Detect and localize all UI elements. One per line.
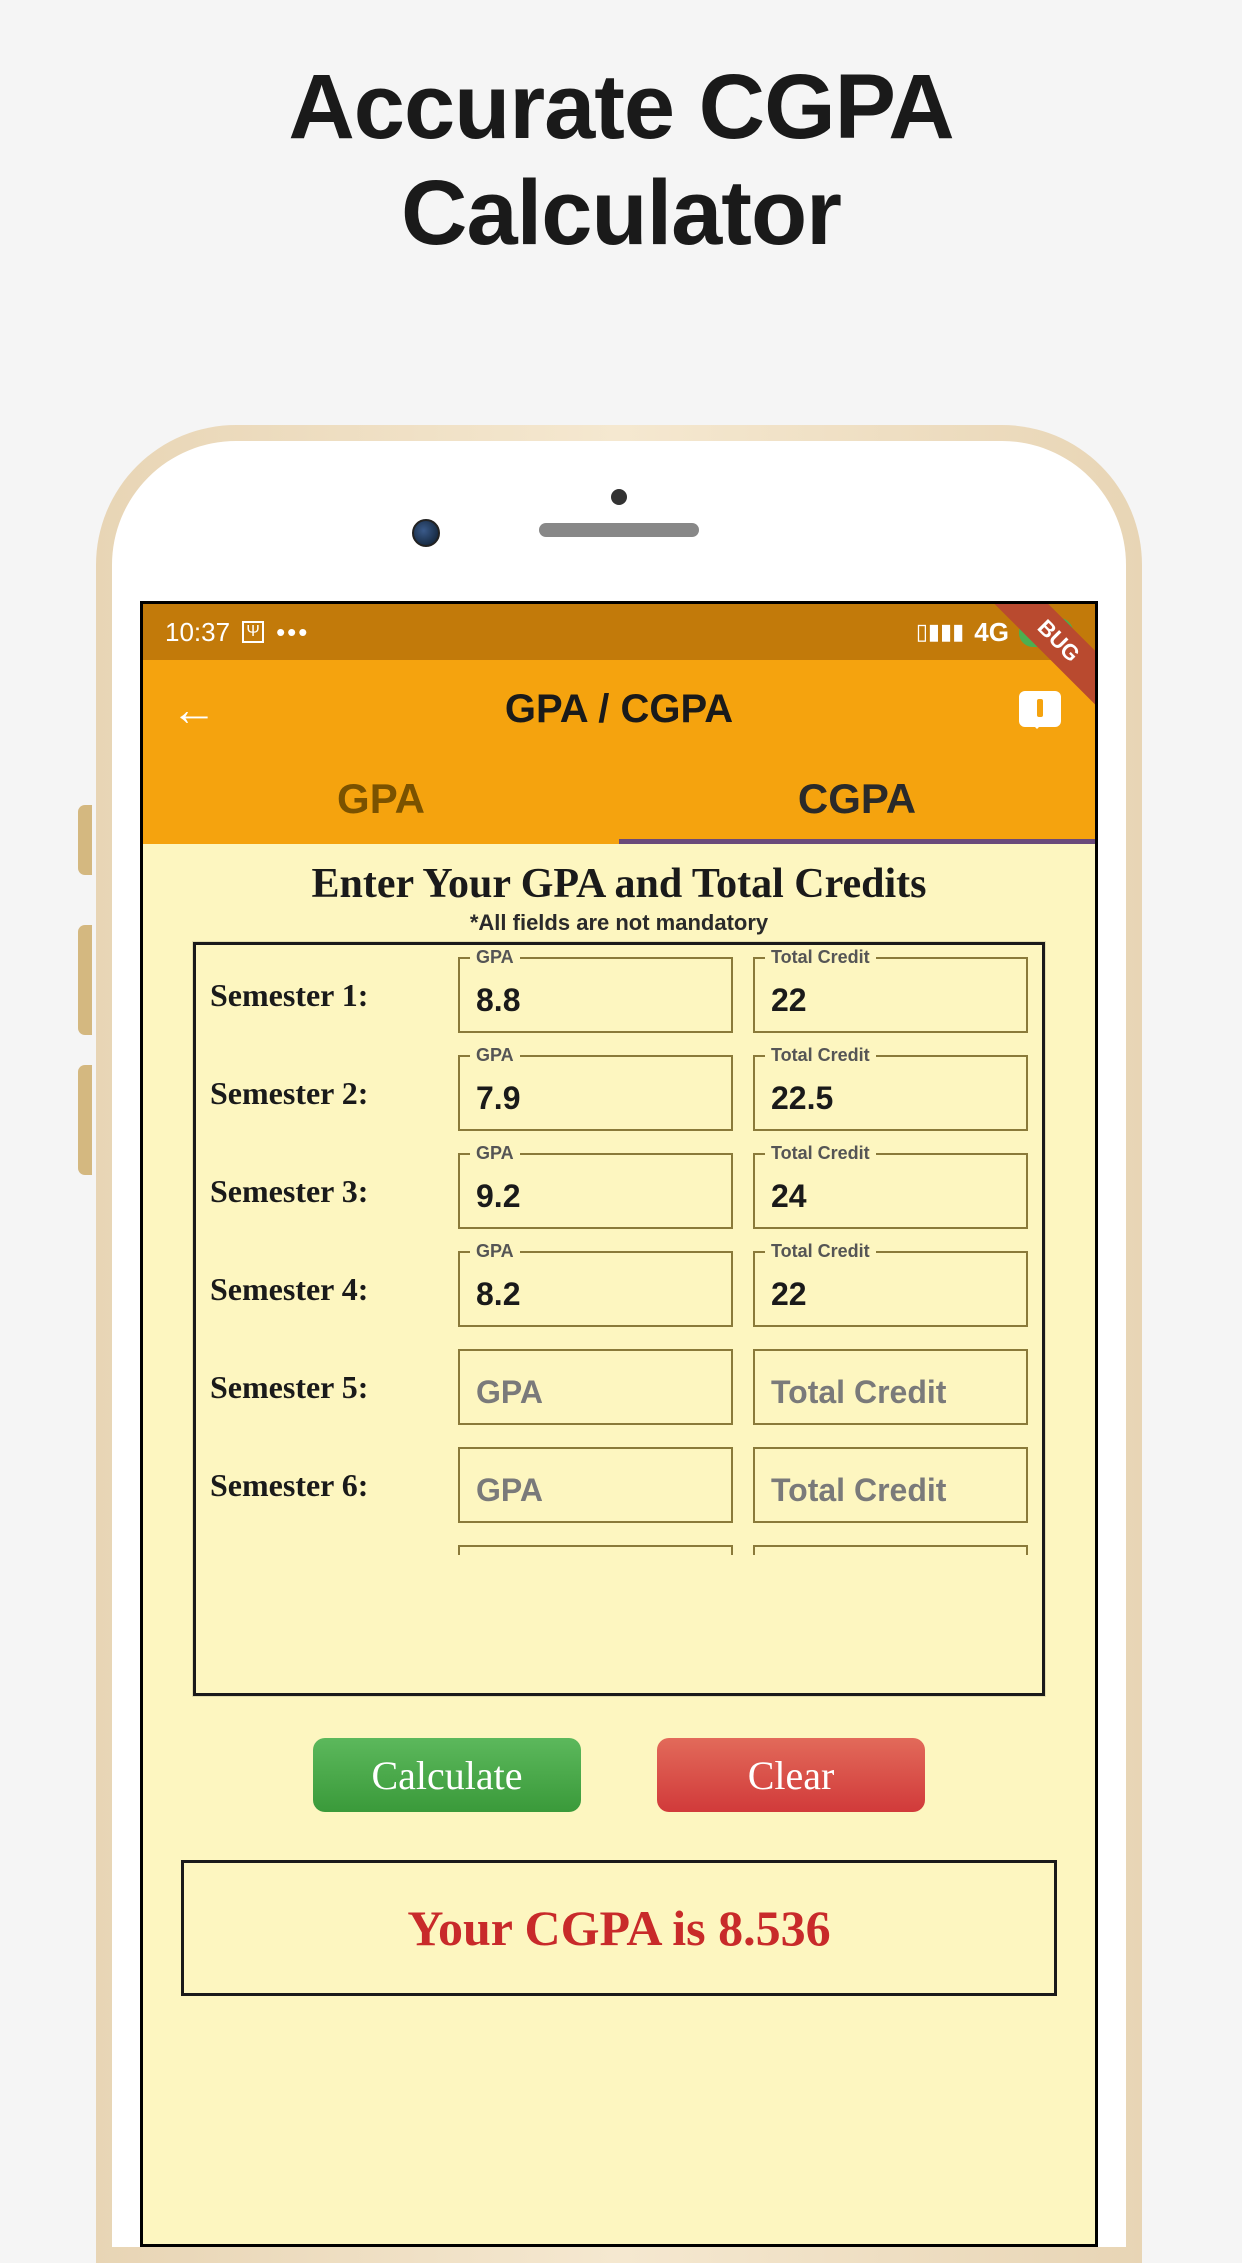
signal-icon: ▯▮▮▮ bbox=[916, 619, 964, 645]
gpa-field-wrap: GPA bbox=[458, 1251, 733, 1327]
semester-row: Semester 4: GPA Total Credit bbox=[196, 1239, 1042, 1337]
tab-cgpa[interactable]: CGPA bbox=[619, 758, 1095, 844]
gpa-input[interactable] bbox=[458, 957, 733, 1033]
gpa-field-wrap: GPA bbox=[458, 957, 733, 1033]
back-button[interactable]: ← bbox=[171, 682, 217, 736]
status-more-icon: ••• bbox=[276, 617, 309, 648]
gpa-field-wrap bbox=[458, 1447, 733, 1523]
phone-volume-down bbox=[78, 1065, 92, 1175]
app-bar: ← GPA / CGPA bbox=[143, 660, 1095, 758]
phone-volume-up bbox=[78, 925, 92, 1035]
semester-label: Semester 1: bbox=[210, 977, 438, 1014]
semester-row: Semester 2: GPA Total Credit bbox=[196, 1043, 1042, 1141]
semester-label: Semester 6: bbox=[210, 1467, 438, 1504]
credit-input[interactable] bbox=[753, 1251, 1028, 1327]
button-row: Calculate Clear bbox=[143, 1738, 1095, 1812]
semester-row: Semester 3: GPA Total Credit bbox=[196, 1141, 1042, 1239]
gpa-input[interactable] bbox=[458, 1349, 733, 1425]
credit-field-label: Total Credit bbox=[765, 1241, 876, 1262]
form-heading: Enter Your GPA and Total Credits bbox=[143, 860, 1095, 908]
tab-gpa[interactable]: GPA bbox=[143, 758, 619, 844]
calculate-button[interactable]: Calculate bbox=[313, 1738, 581, 1812]
result-text: Your CGPA is 8.536 bbox=[407, 1899, 830, 1957]
result-box: Your CGPA is 8.536 bbox=[181, 1860, 1057, 1996]
credit-input[interactable] bbox=[753, 1055, 1028, 1131]
phone-frame: BUG 10:37 Ψ ••• ▯▮▮▮ 4G 100 ← GPA / CGPA bbox=[96, 425, 1142, 2263]
semester-row: Semester 1: GPA Total Credit bbox=[196, 945, 1042, 1043]
credit-input[interactable] bbox=[753, 1153, 1028, 1229]
gpa-input[interactable] bbox=[458, 1153, 733, 1229]
gpa-field-wrap: GPA bbox=[458, 1055, 733, 1131]
gpa-input[interactable] bbox=[458, 1447, 733, 1523]
form-note: *All fields are not mandatory bbox=[143, 910, 1095, 936]
semester-row: Semester 5: bbox=[196, 1337, 1042, 1435]
credit-field-wrap: Total Credit bbox=[753, 1153, 1028, 1229]
semester-label: Semester 5: bbox=[210, 1369, 438, 1406]
credit-field-wrap bbox=[753, 1447, 1028, 1523]
tab-bar: GPA CGPA bbox=[143, 758, 1095, 844]
gpa-field-label: GPA bbox=[470, 1143, 520, 1164]
credit-field-wrap: Total Credit bbox=[753, 1251, 1028, 1327]
credit-input[interactable] bbox=[753, 1349, 1028, 1425]
status-time: 10:37 bbox=[165, 617, 230, 648]
phone-top-bezel bbox=[112, 441, 1126, 601]
front-camera bbox=[412, 519, 440, 547]
content-area: Enter Your GPA and Total Credits *All fi… bbox=[143, 844, 1095, 1996]
gpa-field-wrap: GPA bbox=[458, 1153, 733, 1229]
credit-field-wrap: Total Credit bbox=[753, 1055, 1028, 1131]
screen: BUG 10:37 Ψ ••• ▯▮▮▮ 4G 100 ← GPA / CGPA bbox=[140, 601, 1098, 2247]
credit-field-wrap bbox=[753, 1545, 1028, 1555]
phone-side-button bbox=[78, 805, 92, 875]
credit-field-label: Total Credit bbox=[765, 947, 876, 968]
semester-label: Semester 2: bbox=[210, 1075, 438, 1112]
marketing-title: Accurate CGPA Calculator bbox=[0, 55, 1242, 267]
gpa-field-wrap bbox=[458, 1545, 733, 1555]
clear-button[interactable]: Clear bbox=[657, 1738, 925, 1812]
network-type: 4G bbox=[974, 617, 1009, 648]
gpa-input[interactable] bbox=[458, 1055, 733, 1131]
gpa-field-label: GPA bbox=[470, 1045, 520, 1066]
sensor-dot bbox=[611, 489, 627, 505]
credit-input[interactable] bbox=[753, 1447, 1028, 1523]
credit-field-label: Total Credit bbox=[765, 1143, 876, 1164]
gpa-input[interactable] bbox=[458, 1251, 733, 1327]
gpa-field-wrap bbox=[458, 1349, 733, 1425]
credit-field-label: Total Credit bbox=[765, 1045, 876, 1066]
credit-field-wrap bbox=[753, 1349, 1028, 1425]
semester-label: Semester 4: bbox=[210, 1271, 438, 1308]
status-bar: 10:37 Ψ ••• ▯▮▮▮ 4G 100 bbox=[143, 604, 1095, 660]
gpa-field-label: GPA bbox=[470, 1241, 520, 1262]
semester-row bbox=[196, 1533, 1042, 1565]
credit-field-wrap: Total Credit bbox=[753, 957, 1028, 1033]
credit-input[interactable] bbox=[753, 957, 1028, 1033]
gpa-field-label: GPA bbox=[470, 947, 520, 968]
app-title: GPA / CGPA bbox=[505, 687, 733, 732]
semester-form: Semester 1: GPA Total Credit Semester 2: GPA… bbox=[193, 942, 1045, 1696]
earpiece bbox=[539, 523, 699, 537]
usb-icon: Ψ bbox=[242, 621, 264, 643]
phone-body: BUG 10:37 Ψ ••• ▯▮▮▮ 4G 100 ← GPA / CGPA bbox=[112, 441, 1126, 2247]
feedback-icon[interactable] bbox=[1019, 691, 1061, 727]
semester-row: Semester 6: bbox=[196, 1435, 1042, 1533]
semester-label: Semester 3: bbox=[210, 1173, 438, 1210]
